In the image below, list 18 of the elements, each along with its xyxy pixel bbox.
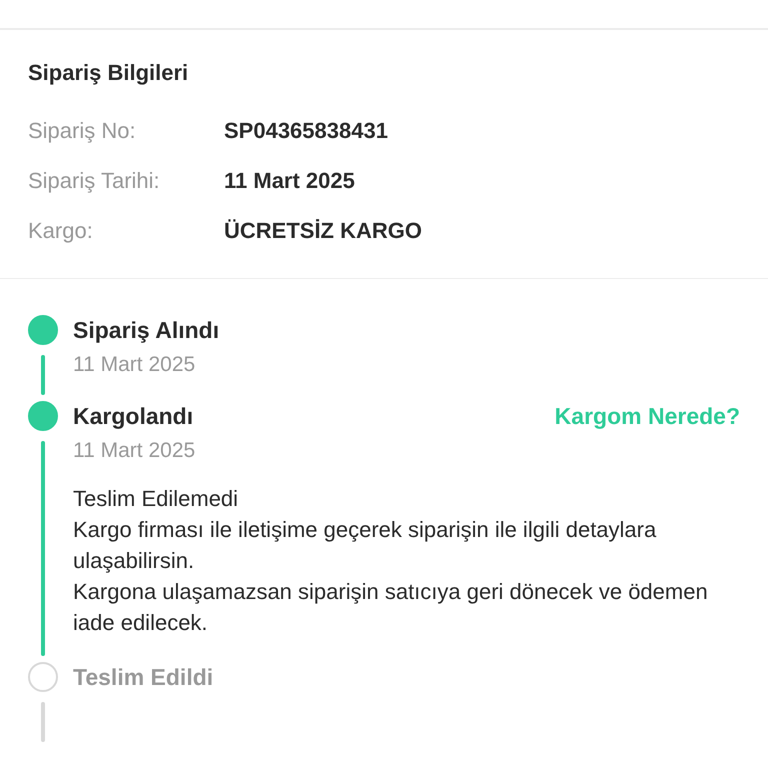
status-message: Kargo firması ile iletişime geçerek siparişin ile ilgili detaylara ulaşabilirsin. [73, 516, 658, 575]
field-label: Sipariş Tarihi: [28, 168, 161, 194]
step-title: Sipariş Alındı [73, 316, 220, 344]
timeline-connector [41, 355, 45, 395]
field-label: Sipariş No: [28, 118, 137, 144]
field-label: Kargo: [28, 218, 94, 244]
timeline-connector [41, 702, 45, 742]
field-value: 11 Mart 2025 [224, 168, 355, 194]
tracking-link[interactable]: Kargom Nerede? [554, 402, 740, 430]
status-message: Kargona ulaşamazsan siparişin satıcıya geri dönecek ve ödemen iade edilecek. [73, 578, 709, 637]
step-date: 11 Mart 2025 [73, 353, 196, 377]
step-title: Teslim Edildi [73, 664, 214, 690]
section-title: Sipariş Bilgileri [28, 60, 190, 86]
field-value: SP04365838431 [224, 118, 388, 144]
status-message: Teslim Edilemedi [73, 485, 240, 513]
field-value: ÜCRETSİZ KARGO [224, 218, 422, 244]
step-title: Kargolandı [73, 402, 194, 430]
step-date: 11 Mart 2025 [73, 439, 196, 463]
